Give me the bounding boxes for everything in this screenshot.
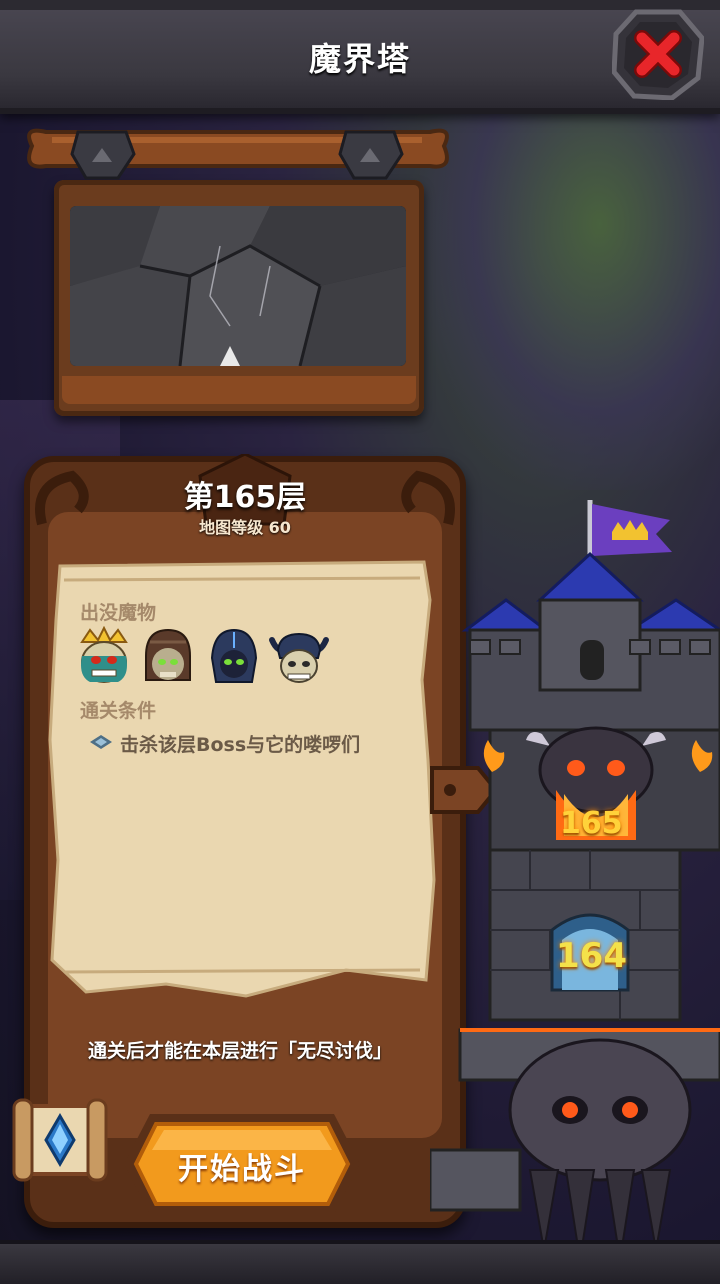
dark-helmet-skull-icon[interactable] (206, 626, 262, 686)
horned-skull-icon[interactable] (268, 626, 329, 686)
map-frame-top-beam (22, 126, 454, 182)
endless-mode-note: 通关后才能在本层进行「无尽讨伐」 (87, 1040, 392, 1062)
map-frame-base (62, 376, 416, 404)
blue-gem-scroll-icon (12, 1098, 108, 1182)
previous-floor-number: 164 (556, 936, 627, 976)
scroll-item-button[interactable] (8, 1096, 112, 1184)
clear-condition-label: 通关条件 (80, 700, 157, 722)
floor-title: 第165层 (183, 480, 307, 515)
map-level-label: 地图等级 60 (199, 518, 291, 537)
map-preview-frame (54, 180, 424, 416)
bottom-frame (0, 1240, 720, 1284)
close-icon (611, 9, 705, 101)
close-button[interactable] (611, 8, 705, 101)
start-battle-button[interactable] (120, 1110, 364, 1218)
current-floor-number: 165 (560, 806, 623, 841)
map-preview-image (70, 206, 406, 366)
clear-condition-text: 击杀该层Boss与它的喽啰们 (120, 734, 361, 756)
demon-tower-illustration[interactable] (430, 490, 720, 1280)
crowned-skull-icon[interactable] (76, 625, 132, 686)
background-blur (420, 110, 720, 490)
hooded-skull-icon[interactable] (140, 626, 196, 686)
monsters-label: 出没魔物 (80, 602, 157, 624)
diamond-bullet-icon (90, 735, 112, 749)
